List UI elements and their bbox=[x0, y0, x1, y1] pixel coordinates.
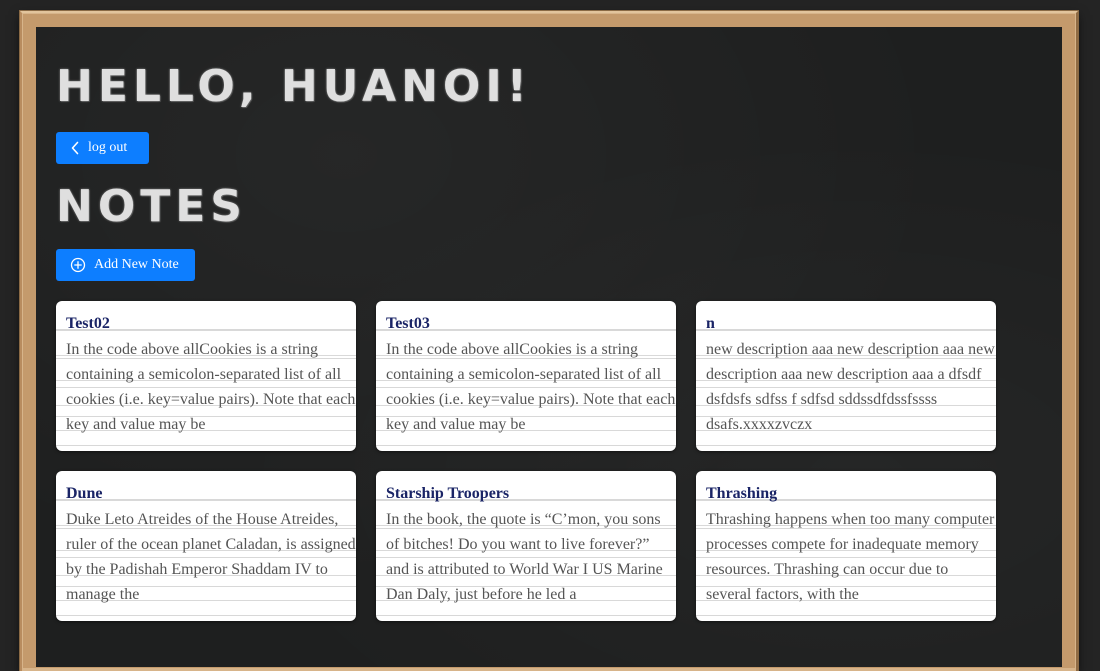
logout-button[interactable]: log out bbox=[56, 132, 149, 164]
note-description: In the book, the quote is “C’mon, you so… bbox=[386, 511, 663, 603]
note-description: In the code above allCookies is a string… bbox=[386, 341, 676, 433]
note-card[interactable]: Starship Troopers In the book, the quote… bbox=[376, 471, 676, 621]
note-card[interactable]: Dune Duke Leto Atreides of the House Atr… bbox=[56, 471, 356, 621]
chalkboard-frame: Hello, Huanoi! log out Notes Add New Not… bbox=[20, 11, 1078, 671]
note-title: Test02 bbox=[66, 315, 110, 332]
note-card[interactable]: n new description aaa new description aa… bbox=[696, 301, 996, 451]
chevron-left-icon bbox=[70, 141, 80, 155]
notes-heading: Notes bbox=[56, 181, 247, 232]
chalkboard: Hello, Huanoi! log out Notes Add New Not… bbox=[36, 27, 1062, 667]
note-title: n bbox=[706, 315, 715, 332]
logout-label: log out bbox=[88, 140, 128, 155]
add-note-label: Add New Note bbox=[94, 257, 179, 272]
note-description: Thrashing happens when too many computer… bbox=[706, 511, 995, 603]
note-description: In the code above allCookies is a string… bbox=[66, 341, 356, 433]
note-card[interactable]: Thrashing Thrashing happens when too man… bbox=[696, 471, 996, 621]
add-note-button[interactable]: Add New Note bbox=[56, 249, 195, 281]
greeting-heading: Hello, Huanoi! bbox=[56, 61, 532, 112]
note-description: new description aaa new description aaa … bbox=[706, 341, 995, 433]
note-description: Duke Leto Atreides of the House Atreides… bbox=[66, 511, 356, 603]
note-title: Dune bbox=[66, 485, 103, 502]
note-title: Thrashing bbox=[706, 485, 778, 502]
note-card[interactable]: Test03 In the code above allCookies is a… bbox=[376, 301, 676, 451]
note-title: Test03 bbox=[386, 315, 430, 332]
note-title: Starship Troopers bbox=[386, 485, 510, 502]
note-card[interactable]: Test02 In the code above allCookies is a… bbox=[56, 301, 356, 451]
plus-circle-icon bbox=[70, 257, 86, 273]
